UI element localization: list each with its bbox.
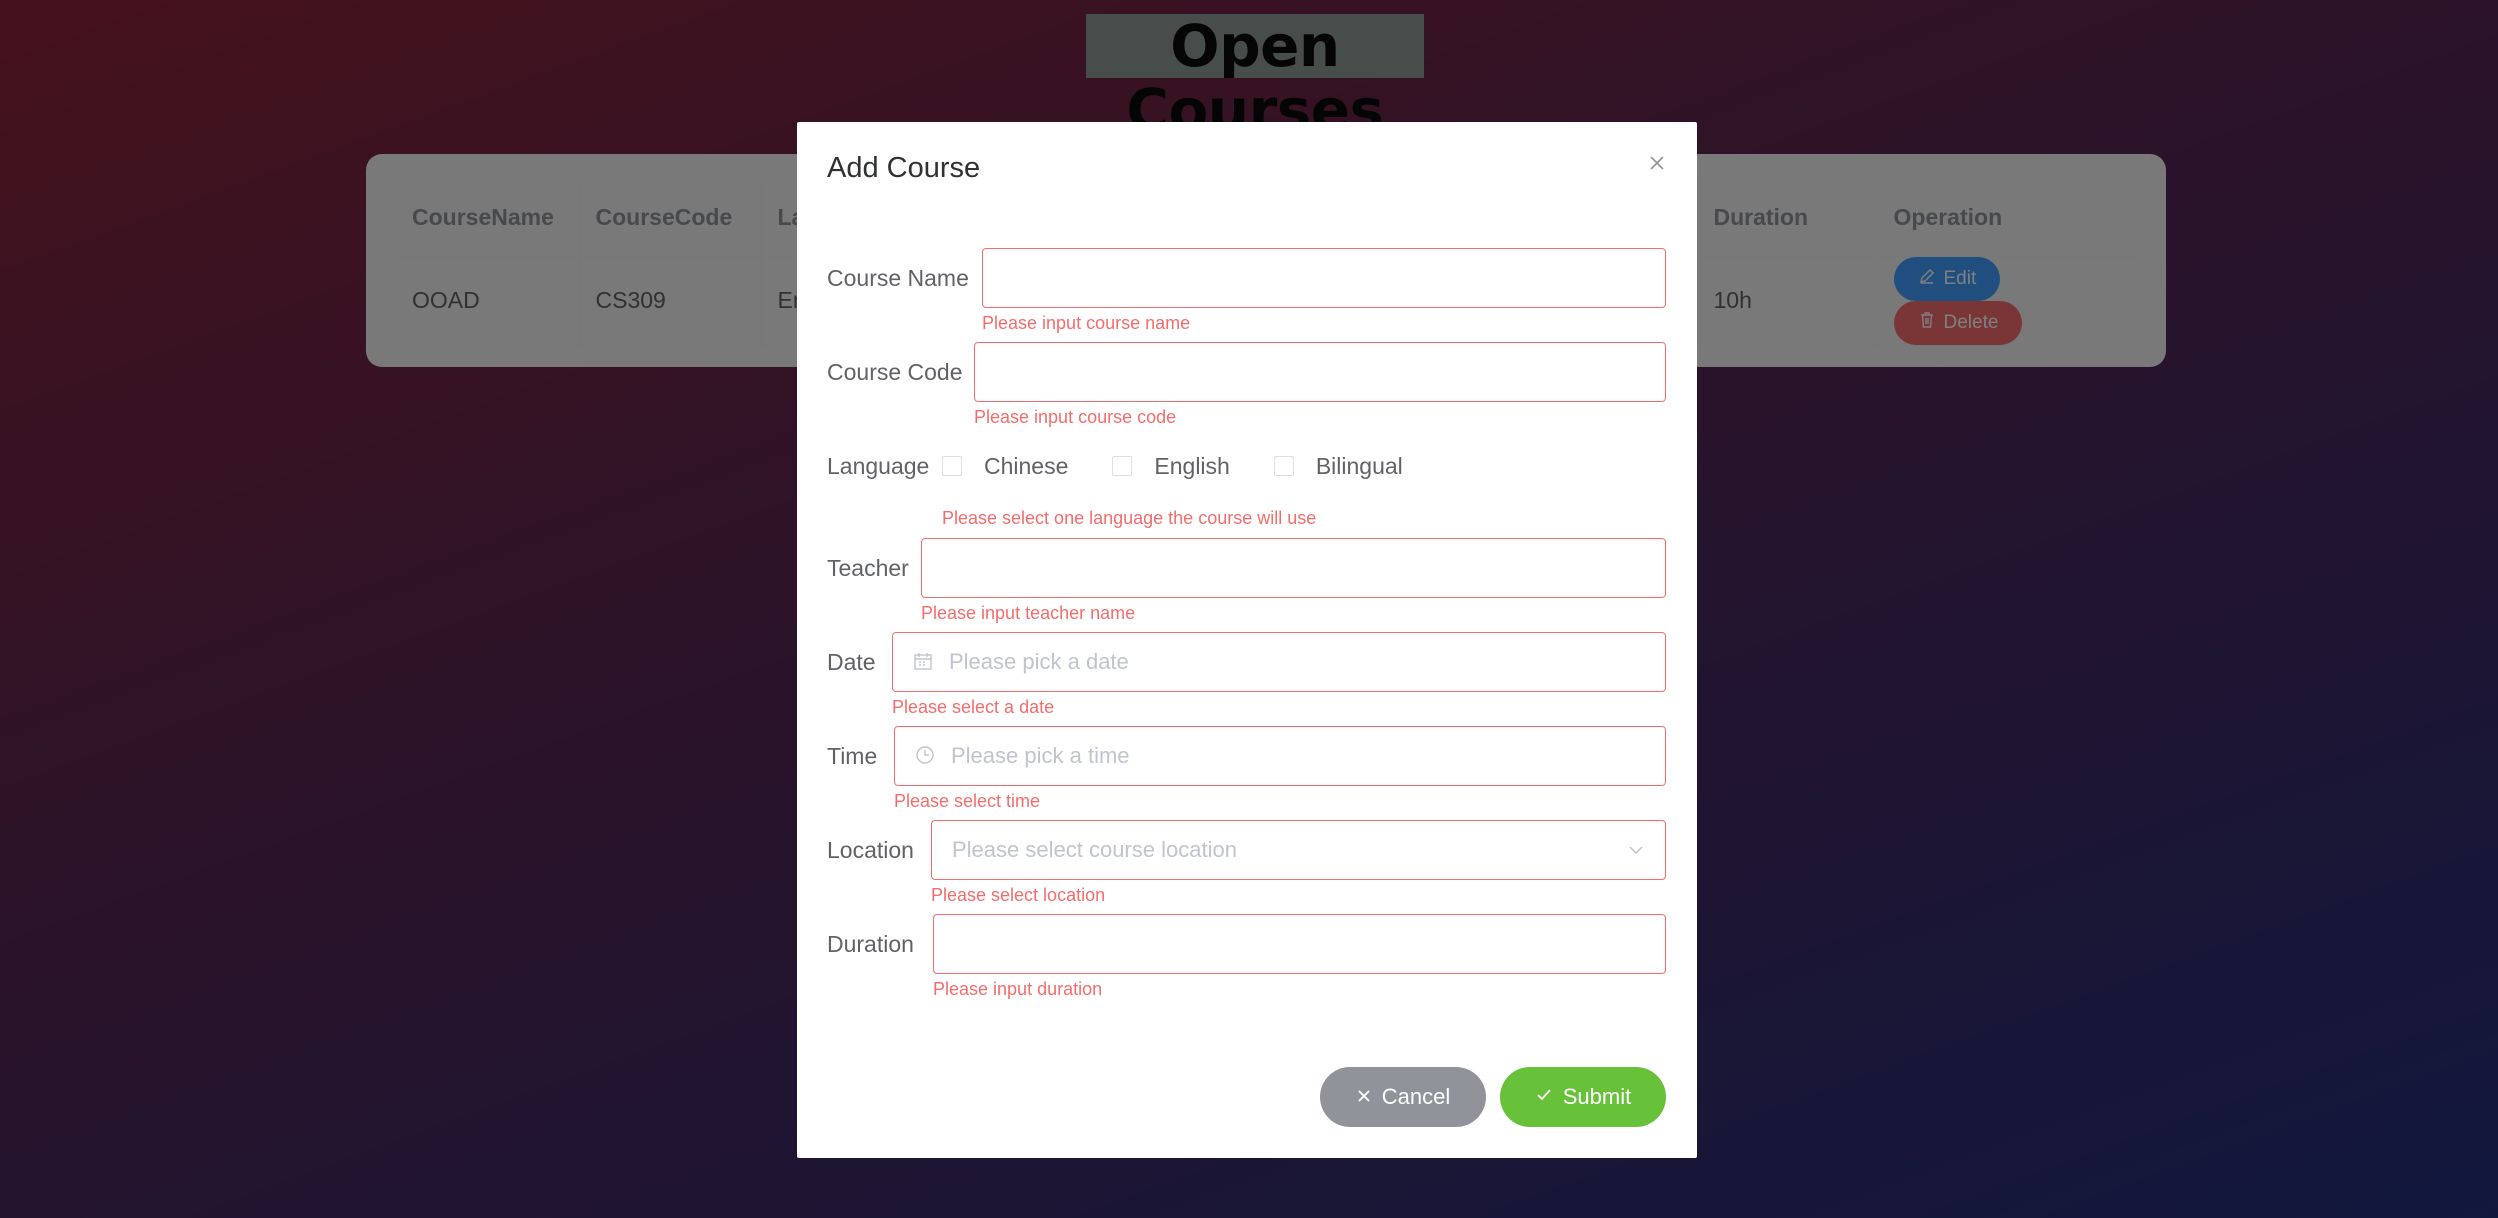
course-code-label: Course Code	[827, 359, 963, 385]
time-label: Time	[827, 743, 878, 769]
language-error: Please select one language the course wi…	[942, 508, 1317, 528]
language-checkbox-group: Chinese English Bilingual	[942, 436, 1447, 496]
teacher-input[interactable]	[921, 538, 1666, 598]
duration-label: Duration	[827, 931, 914, 957]
language-option-english[interactable]: English	[1112, 452, 1230, 480]
submit-button-label: Submit	[1562, 1084, 1632, 1109]
duration-error: Please input duration	[933, 979, 1103, 999]
checkbox-label: Bilingual	[1315, 452, 1403, 479]
checkbox[interactable]	[1112, 456, 1133, 476]
checkbox-label: English	[1154, 452, 1230, 479]
chevron-down-icon	[1627, 841, 1645, 859]
location-label: Location	[827, 837, 914, 863]
duration-input[interactable]	[933, 914, 1666, 974]
language-label: Language	[827, 453, 930, 479]
course-code-error: Please input course code	[974, 407, 1177, 427]
location-select[interactable]: Please select course location	[931, 820, 1666, 880]
checkbox[interactable]	[1273, 456, 1294, 476]
time-picker-input[interactable]: Please pick a time	[894, 726, 1666, 786]
date-picker-input[interactable]: Please pick a date	[892, 632, 1666, 692]
close-icon	[1356, 1084, 1372, 1110]
course-name-input[interactable]	[982, 248, 1666, 308]
checkbox[interactable]	[942, 456, 962, 476]
date-placeholder: Please pick a date	[949, 649, 1129, 674]
course-code-input[interactable]	[974, 342, 1666, 402]
submit-button[interactable]: Submit	[1500, 1067, 1666, 1127]
course-name-label: Course Name	[827, 265, 969, 291]
cancel-button[interactable]: Cancel	[1320, 1067, 1486, 1127]
language-option-chinese[interactable]: Chinese	[942, 453, 1068, 480]
location-error: Please select location	[931, 885, 1106, 905]
date-error: Please select a date	[892, 697, 1055, 717]
teacher-error: Please input teacher name	[921, 603, 1136, 623]
close-icon[interactable]	[1642, 150, 1672, 180]
date-label: Date	[827, 649, 876, 675]
teacher-label: Teacher	[827, 555, 909, 581]
calendar-icon	[913, 651, 935, 673]
checkbox-label: Chinese	[984, 452, 1069, 479]
cancel-button-label: Cancel	[1381, 1084, 1451, 1109]
dialog-title: Add Course	[827, 152, 981, 184]
location-placeholder: Please select course location	[952, 837, 1237, 862]
language-option-bilingual[interactable]: Bilingual	[1273, 452, 1403, 480]
time-placeholder: Please pick a time	[951, 743, 1130, 768]
course-name-error: Please input course name	[982, 313, 1191, 333]
check-icon	[1535, 1084, 1553, 1110]
time-error: Please select time	[894, 791, 1041, 811]
clock-icon	[915, 745, 937, 767]
add-course-dialog: Add Course Course Name Please input cour…	[797, 122, 1697, 1158]
